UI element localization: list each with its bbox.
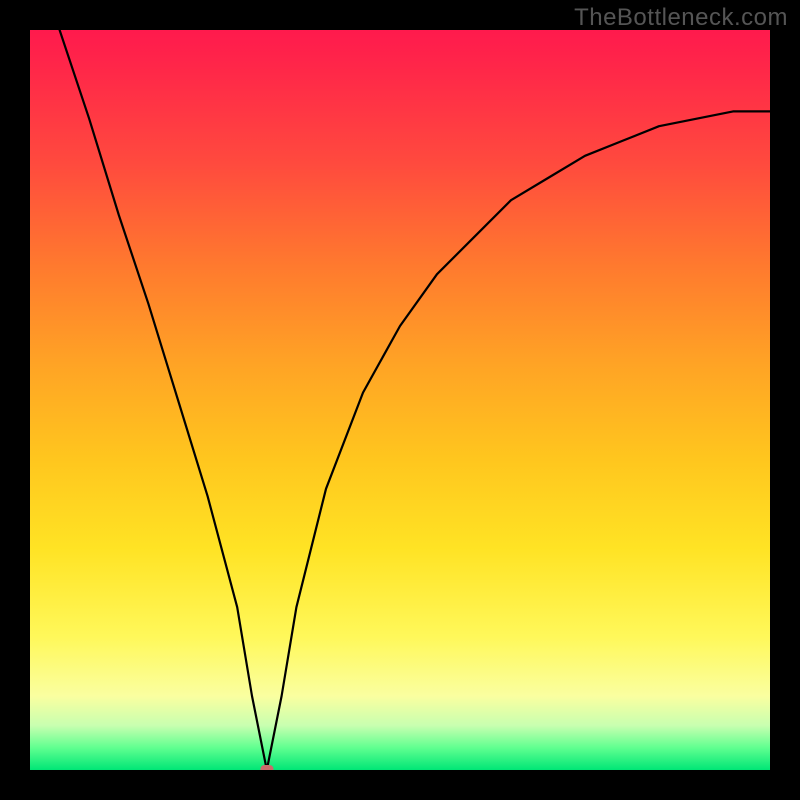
curve-path xyxy=(60,30,770,770)
watermark-text: TheBottleneck.com xyxy=(574,4,788,32)
bottleneck-curve xyxy=(30,30,770,770)
optimal-marker xyxy=(260,765,273,770)
chart-frame: TheBottleneck.com xyxy=(0,0,800,800)
plot-area xyxy=(30,30,770,770)
